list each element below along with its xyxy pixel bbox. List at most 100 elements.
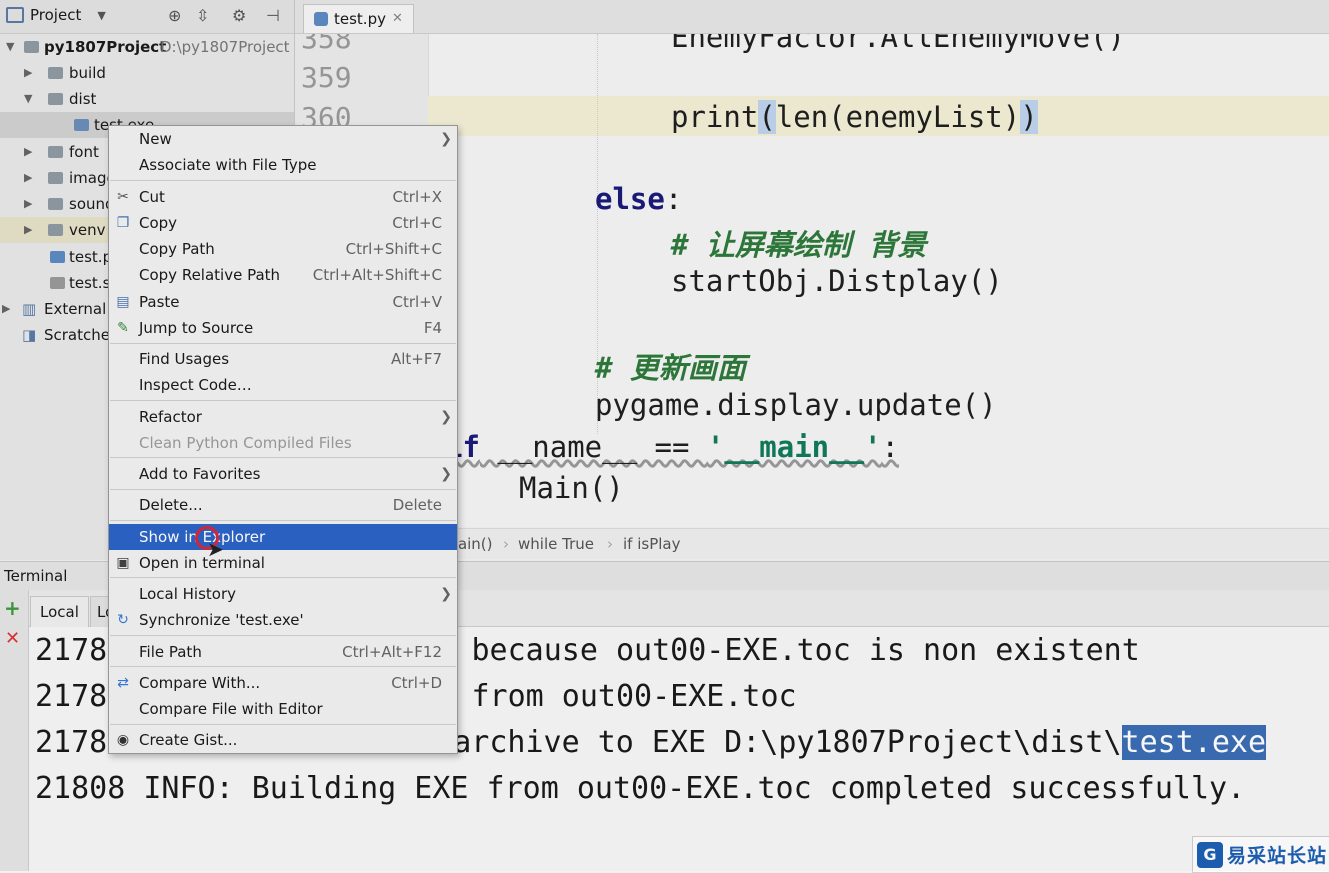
menu-item-compare-with-editor[interactable]: Compare File with Editor <box>109 696 457 722</box>
menu-shortcut: Ctrl+X <box>392 188 442 206</box>
expanded-arrow-icon: ▼ <box>24 92 33 105</box>
menu-item-compare-with[interactable]: ⇄ Compare With... Ctrl+D <box>109 670 457 696</box>
code-else: else: <box>595 182 682 216</box>
terminal-title: Terminal <box>4 567 68 585</box>
copy-icon: ❐ <box>116 215 130 231</box>
menu-item-copy-path[interactable]: Copy Path Ctrl+Shift+C <box>109 236 457 262</box>
hide-icon[interactable]: ⊣ <box>266 6 280 25</box>
folder-icon <box>48 172 63 184</box>
paste-icon: ▤ <box>116 294 130 310</box>
menu-item-local-history[interactable]: Local History ❯ <box>109 581 457 607</box>
tab-local[interactable]: Local <box>30 596 89 627</box>
menu-shortcut: Ctrl+Shift+C <box>345 240 442 258</box>
collapse-icon[interactable]: ⇳ <box>196 6 209 25</box>
menu-item-paste[interactable]: ▤ Paste Ctrl+V <box>109 289 457 315</box>
collapsed-arrow-icon: ▶ <box>24 223 33 236</box>
menu-item-synchronize[interactable]: ↻ Synchronize 'test.exe' <box>109 607 457 633</box>
menu-label: Clean Python Compiled Files <box>139 434 352 452</box>
collapsed-arrow-icon: ▶ <box>24 145 33 158</box>
locate-icon[interactable]: ⊕ <box>168 6 181 25</box>
menu-item-inspect-code[interactable]: Inspect Code… <box>109 372 457 398</box>
folder-icon <box>48 93 63 105</box>
code-comment-2: # 更新画面 <box>595 351 746 385</box>
menu-label: Local History <box>139 585 237 603</box>
menu-label: Add to Favorites <box>139 465 261 483</box>
project-view-selector[interactable]: Project ▼ <box>6 6 106 24</box>
line-number: 359 <box>301 61 352 94</box>
submenu-arrow-icon: ❯ <box>440 409 452 425</box>
sync-icon: ↻ <box>117 612 129 628</box>
menu-label: Associate with File Type <box>139 156 317 174</box>
menu-item-refactor[interactable]: Refactor ❯ <box>109 404 457 430</box>
tree-item-dist[interactable]: ▼ dist <box>0 86 294 112</box>
menu-label: Compare With... <box>139 674 261 692</box>
menu-item-delete[interactable]: Delete... Delete <box>109 492 457 518</box>
python-file-icon <box>50 251 65 263</box>
menu-item-cut[interactable]: ✂ Cut Ctrl+X <box>109 184 457 210</box>
code-token: : <box>664 182 683 216</box>
tab-test-py[interactable]: test.py ✕ <box>303 4 414 33</box>
menu-item-jump-to-source[interactable]: ✎ Jump to Source F4 <box>109 315 457 341</box>
menu-shortcut: Ctrl+V <box>392 293 442 311</box>
menu-label: Find Usages <box>139 350 230 368</box>
menu-separator <box>110 343 456 344</box>
github-icon: ◉ <box>116 732 130 748</box>
terminal-line: 21808 INFO: Building EXE from out00-EXE.… <box>35 771 1245 806</box>
line-text: archive to EXE D:\py1807Project\dist\ <box>453 725 1122 760</box>
code-token: len(enemyList) <box>775 100 1021 134</box>
menu-label: Jump to Source <box>139 319 254 337</box>
editor-tab-bar: test.py ✕ <box>295 0 1329 34</box>
menu-separator <box>110 666 456 667</box>
menu-label: Copy <box>139 214 178 232</box>
breadcrumb-item[interactable]: while True <box>518 535 594 553</box>
gear-icon[interactable]: ⚙ <box>232 6 246 25</box>
submenu-arrow-icon: ❯ <box>440 586 452 602</box>
code-if-main: if __name__ == '__main__': <box>445 430 899 464</box>
collapsed-arrow-icon: ▶ <box>24 171 33 184</box>
menu-label: Refactor <box>139 408 202 426</box>
submenu-arrow-icon: ❯ <box>440 466 452 482</box>
tree-item-label: build <box>69 64 106 82</box>
add-icon[interactable]: + <box>4 596 21 620</box>
menu-shortcut: Ctrl+Alt+Shift+C <box>312 266 442 284</box>
menu-label: Copy Relative Path <box>139 266 281 284</box>
tree-item-label: font <box>69 143 99 161</box>
scissors-icon: ✂ <box>117 189 129 205</box>
root-name: py1807Project <box>44 38 167 56</box>
menu-item-associate[interactable]: Associate with File Type <box>109 152 457 178</box>
menu-item-add-to-favorites[interactable]: Add to Favorites ❯ <box>109 461 457 487</box>
close-icon[interactable]: ✕ <box>392 5 403 33</box>
menu-item-new[interactable]: New ❯ <box>109 126 457 152</box>
code-token: print <box>671 100 759 134</box>
collapsed-arrow-icon: ▶ <box>24 197 33 210</box>
close-icon[interactable]: ✕ <box>5 628 20 649</box>
menu-shortcut: Alt+F7 <box>390 350 442 368</box>
line-text: INFO: Building EXE from out00-EXE.toc co… <box>143 771 1246 806</box>
brace-highlight: ( <box>758 100 776 134</box>
scratch-icon: ◨ <box>22 326 37 344</box>
menu-item-copy[interactable]: ❐ Copy Ctrl+C <box>109 210 457 236</box>
code-line-360: print(len(enemyList)) <box>671 100 1038 134</box>
menu-item-show-in-explorer[interactable]: Show in Explorer <box>109 524 457 550</box>
root-path: D:\py1807Project <box>160 38 290 56</box>
watermark: G 易采站长站 <box>1192 836 1329 873</box>
menu-separator <box>110 724 456 725</box>
tree-root[interactable]: ▼ py1807Project D:\py1807Project <box>0 34 294 60</box>
breadcrumb-item[interactable]: if isPlay <box>623 535 680 553</box>
menu-item-open-in-terminal[interactable]: ▣ Open in terminal <box>109 550 457 576</box>
code-update: pygame.display.update() <box>595 388 997 422</box>
menu-label: Cut <box>139 188 165 206</box>
menu-item-create-gist[interactable]: ◉ Create Gist... <box>109 727 457 753</box>
menu-item-find-usages[interactable]: Find Usages Alt+F7 <box>109 346 457 372</box>
menu-item-copy-relative-path[interactable]: Copy Relative Path Ctrl+Alt+Shift+C <box>109 262 457 288</box>
project-toolbar: Project ▼ ⊕ ⇳ ⚙ ⊣ <box>0 0 294 34</box>
tree-item-build[interactable]: ▶ build <box>0 60 294 86</box>
menu-label: New <box>139 130 172 148</box>
tree-item-label: venv <box>69 221 106 239</box>
watermark-logo: G <box>1197 841 1223 868</box>
menu-shortcut: Ctrl+Alt+F12 <box>342 643 442 661</box>
menu-shortcut: Ctrl+C <box>392 214 442 232</box>
breadcrumb-separator: › <box>503 535 509 553</box>
line-text: EXE from out00-EXE.toc <box>399 679 797 714</box>
menu-item-file-path[interactable]: File Path Ctrl+Alt+F12 <box>109 639 457 665</box>
